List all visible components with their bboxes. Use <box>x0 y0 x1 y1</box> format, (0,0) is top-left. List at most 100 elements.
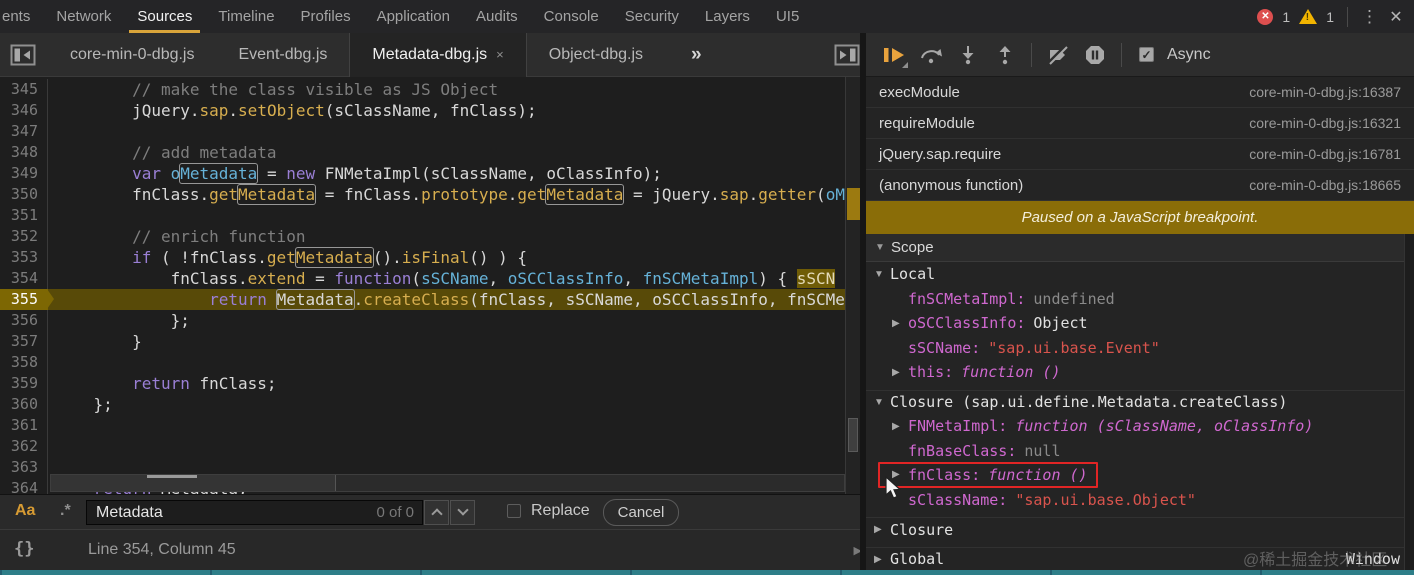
panel-tab-timeline[interactable]: Timeline <box>205 0 287 33</box>
code-text[interactable]: }; <box>48 394 845 415</box>
line-number-354[interactable]: 354 <box>0 268 48 289</box>
call-stack-frame[interactable]: requireModule core-min-0-dbg.js:16321 <box>866 108 1414 139</box>
file-tab-object-dbg.js[interactable]: Object-dbg.js <box>527 33 665 77</box>
code-text[interactable]: // add metadata <box>48 142 845 163</box>
line-number-349[interactable]: 349 <box>0 163 48 184</box>
call-stack-frame[interactable]: (anonymous function) core-min-0-dbg.js:18… <box>866 170 1414 201</box>
chevron-collapsed-icon[interactable]: ▶ <box>892 318 908 329</box>
regex-toggle[interactable]: .* <box>60 502 71 520</box>
scope-row-sclassname-[interactable]: sClassName: "sap.ui.base.Object" <box>866 488 1414 513</box>
search-input[interactable]: Metadata 0 of 0 <box>86 500 423 525</box>
scope-row-oscclassinfo-[interactable]: ▶ oSCClassInfo: Object <box>866 311 1414 336</box>
panel-tab-security[interactable]: Security <box>612 0 692 33</box>
show-drawer-icon[interactable] <box>834 44 860 71</box>
code-text[interactable]: } <box>48 331 845 352</box>
line-number-363[interactable]: 363 <box>0 457 48 478</box>
code-text[interactable]: // make the class visible as JS Object <box>48 79 845 100</box>
code-text[interactable]: fnClass.getMetadata = fnClass.prototype.… <box>48 184 845 205</box>
line-number-345[interactable]: 345 <box>0 79 48 100</box>
frame-location[interactable]: core-min-0-dbg.js:16781 <box>1249 146 1401 162</box>
file-tab-core-min-0-dbg.js[interactable]: core-min-0-dbg.js <box>48 33 216 77</box>
step-out-button[interactable] <box>990 40 1020 70</box>
frame-location[interactable]: core-min-0-dbg.js:16321 <box>1249 115 1401 131</box>
line-number-361[interactable]: 361 <box>0 415 48 436</box>
line-number-359[interactable]: 359 <box>0 373 48 394</box>
horizontal-scrollbar-thumb[interactable] <box>51 475 336 491</box>
chevron-expanded-icon[interactable]: ▼ <box>874 397 890 408</box>
line-number-348[interactable]: 348 <box>0 142 48 163</box>
scope-row-closure[interactable]: ▶ Closure <box>866 517 1414 542</box>
panel-tab-application[interactable]: Application <box>364 0 463 33</box>
line-number-355[interactable]: 355 <box>0 289 54 310</box>
horizontal-scrollbar[interactable] <box>50 474 845 492</box>
code-text[interactable]: }; <box>48 310 845 331</box>
panel-tab-console[interactable]: Console <box>531 0 612 33</box>
cancel-button[interactable]: Cancel <box>603 499 679 526</box>
async-checkbox[interactable]: ✓ <box>1139 47 1154 62</box>
line-number-352[interactable]: 352 <box>0 226 48 247</box>
code-text[interactable]: if ( !fnClass.getMetadata().isFinal() ) … <box>48 247 845 268</box>
code-text[interactable]: return Metadata.createClass(fnClass, sSC… <box>48 289 845 310</box>
panel-tab-network[interactable]: Network <box>43 0 124 33</box>
panel-tab-sources[interactable]: Sources <box>124 0 205 33</box>
panel-tab-ents[interactable]: ents <box>0 0 43 33</box>
file-tab-metadata-dbg.js[interactable]: Metadata-dbg.js × <box>349 32 527 77</box>
scope-row-fnmetaimpl-[interactable]: ▶ FNMetaImpl: function (sClassName, oClass… <box>866 414 1414 439</box>
frame-location[interactable]: core-min-0-dbg.js:16387 <box>1249 84 1401 100</box>
scope-row-fnbaseclass-[interactable]: fnBaseClass: null <box>866 439 1414 464</box>
code-text[interactable] <box>48 415 845 436</box>
line-number-364[interactable]: 364 <box>0 478 48 494</box>
vertical-scrollbar[interactable] <box>845 77 860 494</box>
chevron-expanded-icon[interactable]: ▼ <box>874 269 890 280</box>
code-text[interactable]: return fnClass; <box>48 373 845 394</box>
call-stack-frame[interactable]: jQuery.sap.require core-min-0-dbg.js:1678… <box>866 139 1414 170</box>
code-text[interactable] <box>48 436 845 457</box>
pause-on-exceptions-button[interactable] <box>1080 40 1110 70</box>
code-text[interactable] <box>48 121 845 142</box>
frame-location[interactable]: core-min-0-dbg.js:18665 <box>1249 177 1401 193</box>
code-text[interactable]: jQuery.sap.setObject(sClassName, fnClass… <box>48 100 845 121</box>
chevron-collapsed-icon[interactable]: ▶ <box>874 554 890 565</box>
panel-tab-audits[interactable]: Audits <box>463 0 531 33</box>
step-into-button[interactable] <box>953 40 983 70</box>
panel-tab-profiles[interactable]: Profiles <box>288 0 364 33</box>
line-number-360[interactable]: 360 <box>0 394 48 415</box>
match-case-toggle[interactable]: Aa <box>15 502 35 520</box>
more-tabs-icon[interactable]: » <box>691 44 702 66</box>
code-editor[interactable]: 345 // make the class visible as JS Obje… <box>0 77 866 494</box>
line-number-350[interactable]: 350 <box>0 184 48 205</box>
chevron-collapsed-icon[interactable]: ▶ <box>892 421 908 432</box>
code-text[interactable] <box>48 205 845 226</box>
scope-row-sscname-[interactable]: sSCName: "sap.ui.base.Event" <box>866 336 1414 361</box>
hide-navigator-icon[interactable] <box>10 44 36 66</box>
code-text[interactable] <box>48 352 845 373</box>
scope-row-fnclass-[interactable]: ▶ fnClass: function () <box>866 462 1414 489</box>
search-next-button[interactable] <box>450 500 475 525</box>
close-icon[interactable]: ✕ <box>1386 7 1406 27</box>
scope-row-this-[interactable]: ▶ this: function () <box>866 360 1414 385</box>
line-number-353[interactable]: 353 <box>0 247 48 268</box>
panel-tab-layers[interactable]: Layers <box>692 0 763 33</box>
scope-section-header[interactable]: ▼ Scope <box>866 234 1414 262</box>
line-number-357[interactable]: 357 <box>0 331 48 352</box>
replace-checkbox[interactable] <box>507 504 521 518</box>
file-tab-event-dbg.js[interactable]: Event-dbg.js <box>216 33 349 77</box>
code-text[interactable]: fnClass.extend = function(sSCName, oSCCl… <box>48 268 845 289</box>
deactivate-breakpoints-button[interactable] <box>1043 40 1073 70</box>
line-number-351[interactable]: 351 <box>0 205 48 226</box>
warning-badge-icon[interactable]: ! <box>1299 9 1318 24</box>
call-stack-frame[interactable]: execModule core-min-0-dbg.js:16387 <box>866 77 1414 108</box>
line-number-362[interactable]: 362 <box>0 436 48 457</box>
overflow-menu-icon[interactable]: ⋮ <box>1361 7 1378 27</box>
chevron-collapsed-icon[interactable]: ▶ <box>874 524 890 535</box>
line-number-347[interactable]: 347 <box>0 121 48 142</box>
vertical-scrollbar-thumb[interactable] <box>848 418 858 452</box>
resume-script-button[interactable] <box>879 40 909 70</box>
line-number-346[interactable]: 346 <box>0 100 48 121</box>
sidebar-scrollbar[interactable] <box>1404 234 1414 570</box>
error-badge-icon[interactable]: ✕ <box>1257 8 1274 25</box>
line-number-358[interactable]: 358 <box>0 352 48 373</box>
panel-tab-ui5[interactable]: UI5 <box>763 0 812 33</box>
scope-row-closure-sap-ui-define-metadata-createclass-[interactable]: ▼ Closure (sap.ui.define.Metadata.createC… <box>866 389 1414 415</box>
scope-row-fnscmetaimpl-[interactable]: fnSCMetaImpl: undefined <box>866 287 1414 312</box>
